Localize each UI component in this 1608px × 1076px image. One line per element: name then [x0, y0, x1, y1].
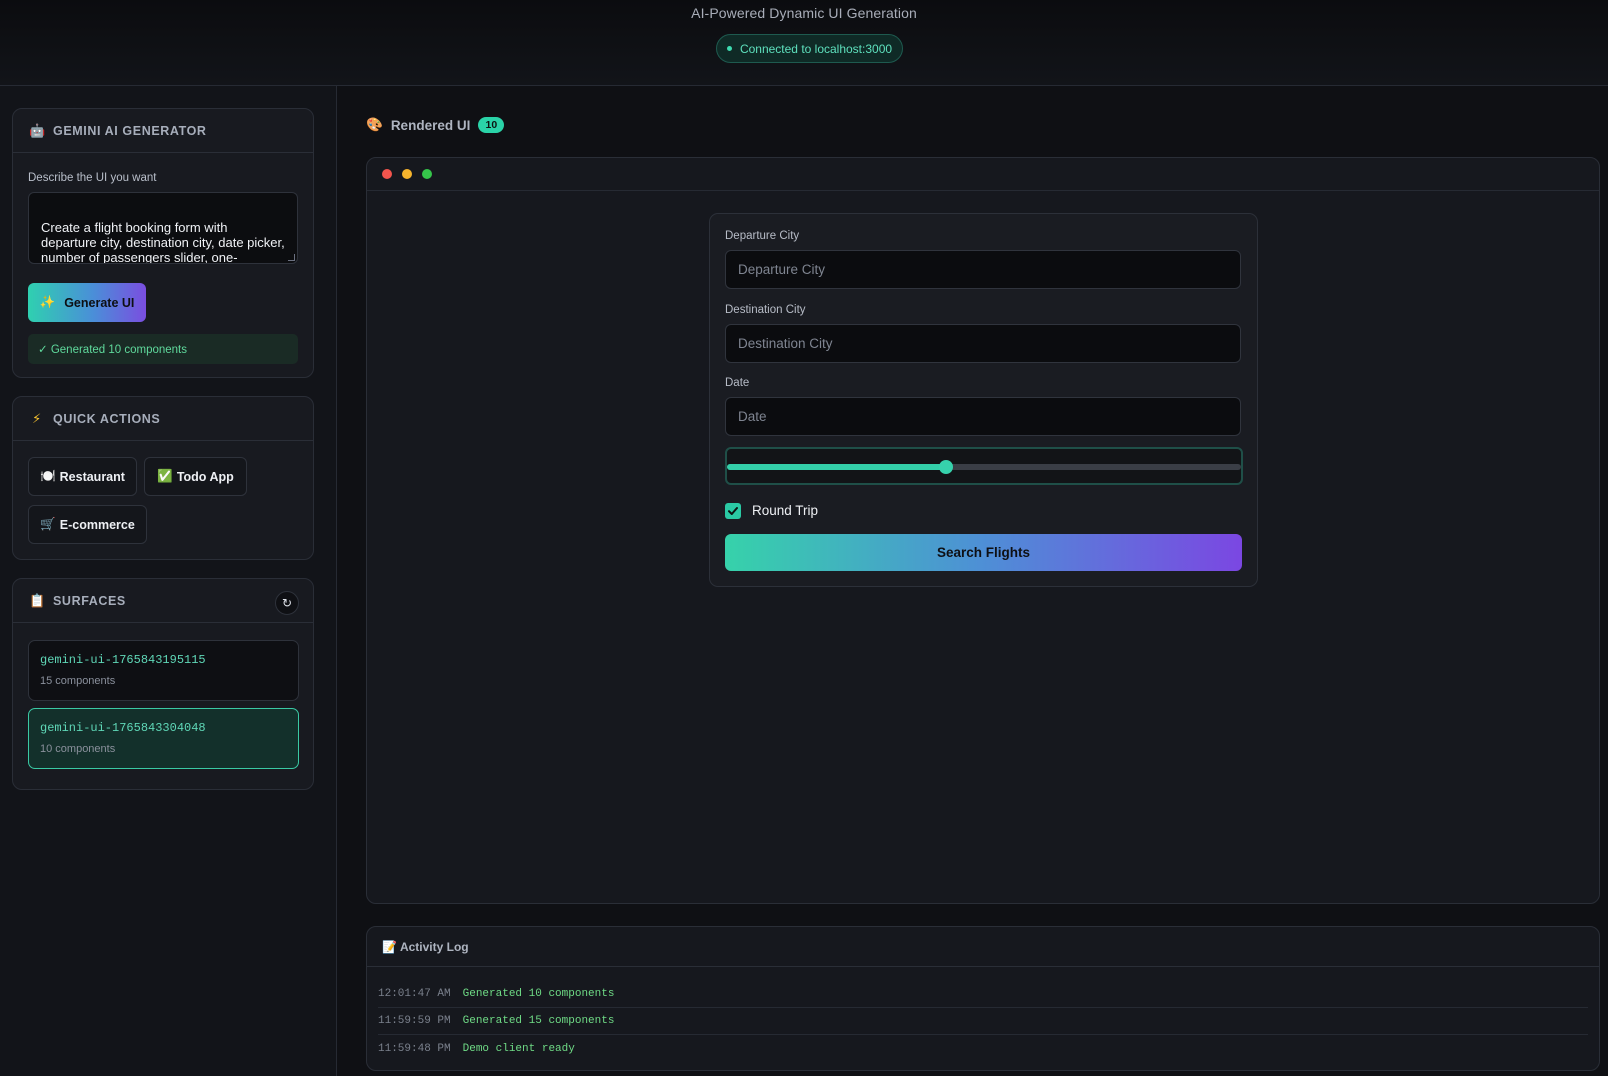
prompt-text: Create a flight booking form with depart… — [41, 220, 285, 264]
prompt-label: Describe the UI you want — [28, 172, 157, 184]
surface-id: gemini-ui-1765843195115 — [40, 653, 206, 667]
slider-track — [727, 460, 1241, 474]
quick-action-label: E-commerce — [59, 517, 135, 532]
generator-panel-title: GEMINI AI GENERATOR — [53, 123, 207, 138]
surfaces-header: 📋 SURFACES — [13, 579, 313, 623]
quick-action-label: Todo App — [176, 469, 234, 484]
search-flights-button[interactable]: Search Flights — [725, 534, 1242, 571]
log-time: 11:59:59 PM — [378, 1015, 451, 1027]
robot-icon: 🤖 — [29, 122, 46, 138]
sparkles-icon: ✨ — [39, 295, 56, 309]
log-message: Generated 10 components — [462, 988, 615, 1000]
log-entry: 11:59:48 PM Demo client ready — [378, 1035, 1588, 1062]
close-dot-icon — [382, 169, 392, 179]
date-label: Date — [725, 377, 750, 389]
component-count-badge: 10 — [478, 117, 505, 133]
refresh-icon: ↻ — [281, 596, 293, 610]
app-subtitle: AI-Powered Dynamic UI Generation — [691, 5, 917, 21]
surface-component-count: 15 components — [40, 675, 116, 687]
generation-status-message: ✓ Generated 10 components — [28, 334, 298, 364]
surfaces-title: SURFACES — [53, 593, 126, 608]
palette-icon: 🎨 — [366, 117, 383, 132]
activity-log-panel: 📝 Activity Log 12:01:47 AM Generated 10 … — [366, 926, 1600, 1071]
app-header: AI-Powered Dynamic UI Generation Connect… — [0, 0, 1608, 86]
slider-thumb[interactable] — [938, 460, 953, 474]
round-trip-checkbox[interactable] — [725, 503, 741, 519]
generate-ui-button[interactable]: ✨ Generate UI — [28, 283, 146, 322]
quick-action-ecommerce-button[interactable]: 🛒 E-commerce — [28, 505, 147, 544]
destination-city-label: Destination City — [725, 304, 806, 316]
log-entry: 11:59:59 PM Generated 15 components — [378, 1008, 1588, 1035]
plate-icon: 🍽️ — [40, 469, 56, 483]
check-mark-icon: ✅ — [157, 469, 173, 483]
passengers-slider[interactable] — [725, 447, 1243, 485]
log-entry: 12:01:47 AM Generated 10 components — [378, 981, 1588, 1008]
cart-icon: 🛒 — [40, 517, 56, 531]
quick-actions-title: QUICK ACTIONS — [53, 411, 161, 426]
lightning-icon: ⚡ — [32, 410, 42, 426]
generator-panel: 🤖 GEMINI AI GENERATOR Describe the UI yo… — [12, 108, 314, 378]
surface-id: gemini-ui-1765843304048 — [40, 721, 206, 735]
window-titlebar — [367, 158, 1599, 191]
surface-item-active[interactable]: gemini-ui-1765843304048 10 components — [28, 708, 299, 769]
activity-log-list: 12:01:47 AM Generated 10 components 11:5… — [367, 967, 1599, 1062]
checkmark-icon — [728, 507, 738, 515]
maximize-dot-icon — [422, 169, 432, 179]
flight-booking-form: Departure City Destination City Date Rou… — [709, 213, 1258, 587]
slider-fill — [727, 464, 946, 470]
quick-action-todo-button[interactable]: ✅ Todo App — [144, 457, 247, 496]
quick-action-label: Restaurant — [59, 469, 125, 484]
clipboard-icon: 📋 — [29, 592, 46, 608]
log-message: Generated 15 components — [462, 1015, 615, 1027]
quick-actions-header: ⚡ QUICK ACTIONS — [13, 397, 313, 441]
round-trip-label: Round Trip — [752, 503, 819, 518]
activity-log-title: Activity Log — [399, 939, 469, 954]
refresh-surfaces-button[interactable]: ↻ — [275, 591, 299, 615]
connection-status-badge: Connected to localhost:3000 — [716, 34, 903, 63]
surface-item[interactable]: gemini-ui-1765843195115 15 components — [28, 640, 299, 701]
resize-handle-icon[interactable] — [288, 254, 295, 261]
generate-ui-label: Generate UI — [64, 295, 135, 310]
destination-city-input[interactable] — [725, 324, 1241, 363]
activity-log-header: 📝 Activity Log — [367, 927, 1599, 967]
log-time: 12:01:47 AM — [378, 988, 451, 1000]
minimize-dot-icon — [402, 169, 412, 179]
departure-city-label: Departure City — [725, 230, 800, 242]
connection-status-text: Connected to localhost:3000 — [739, 41, 893, 56]
generator-panel-header: 🤖 GEMINI AI GENERATOR — [13, 109, 313, 153]
rendered-ui-heading: 🎨 Rendered UI 10 — [366, 114, 505, 136]
quick-actions-panel: ⚡ QUICK ACTIONS 🍽️ Restaurant ✅ Todo App… — [12, 396, 314, 560]
surface-component-count: 10 components — [40, 743, 116, 755]
log-message: Demo client ready — [462, 1042, 575, 1055]
departure-city-input[interactable] — [725, 250, 1241, 289]
status-dot-icon — [726, 46, 732, 51]
quick-action-restaurant-button[interactable]: 🍽️ Restaurant — [28, 457, 137, 496]
rendered-ui-title: Rendered UI — [390, 117, 471, 133]
memo-icon: 📝 — [382, 939, 397, 954]
log-time: 11:59:48 PM — [378, 1042, 451, 1055]
prompt-textarea[interactable]: Create a flight booking form with depart… — [28, 192, 298, 264]
sidebar: 🤖 GEMINI AI GENERATOR Describe the UI yo… — [0, 86, 337, 1076]
rendered-ui-canvas: Departure City Destination City Date Rou… — [366, 157, 1600, 904]
surfaces-panel: 📋 SURFACES ↻ gemini-ui-1765843195115 15 … — [12, 578, 314, 790]
date-input[interactable] — [725, 397, 1241, 436]
